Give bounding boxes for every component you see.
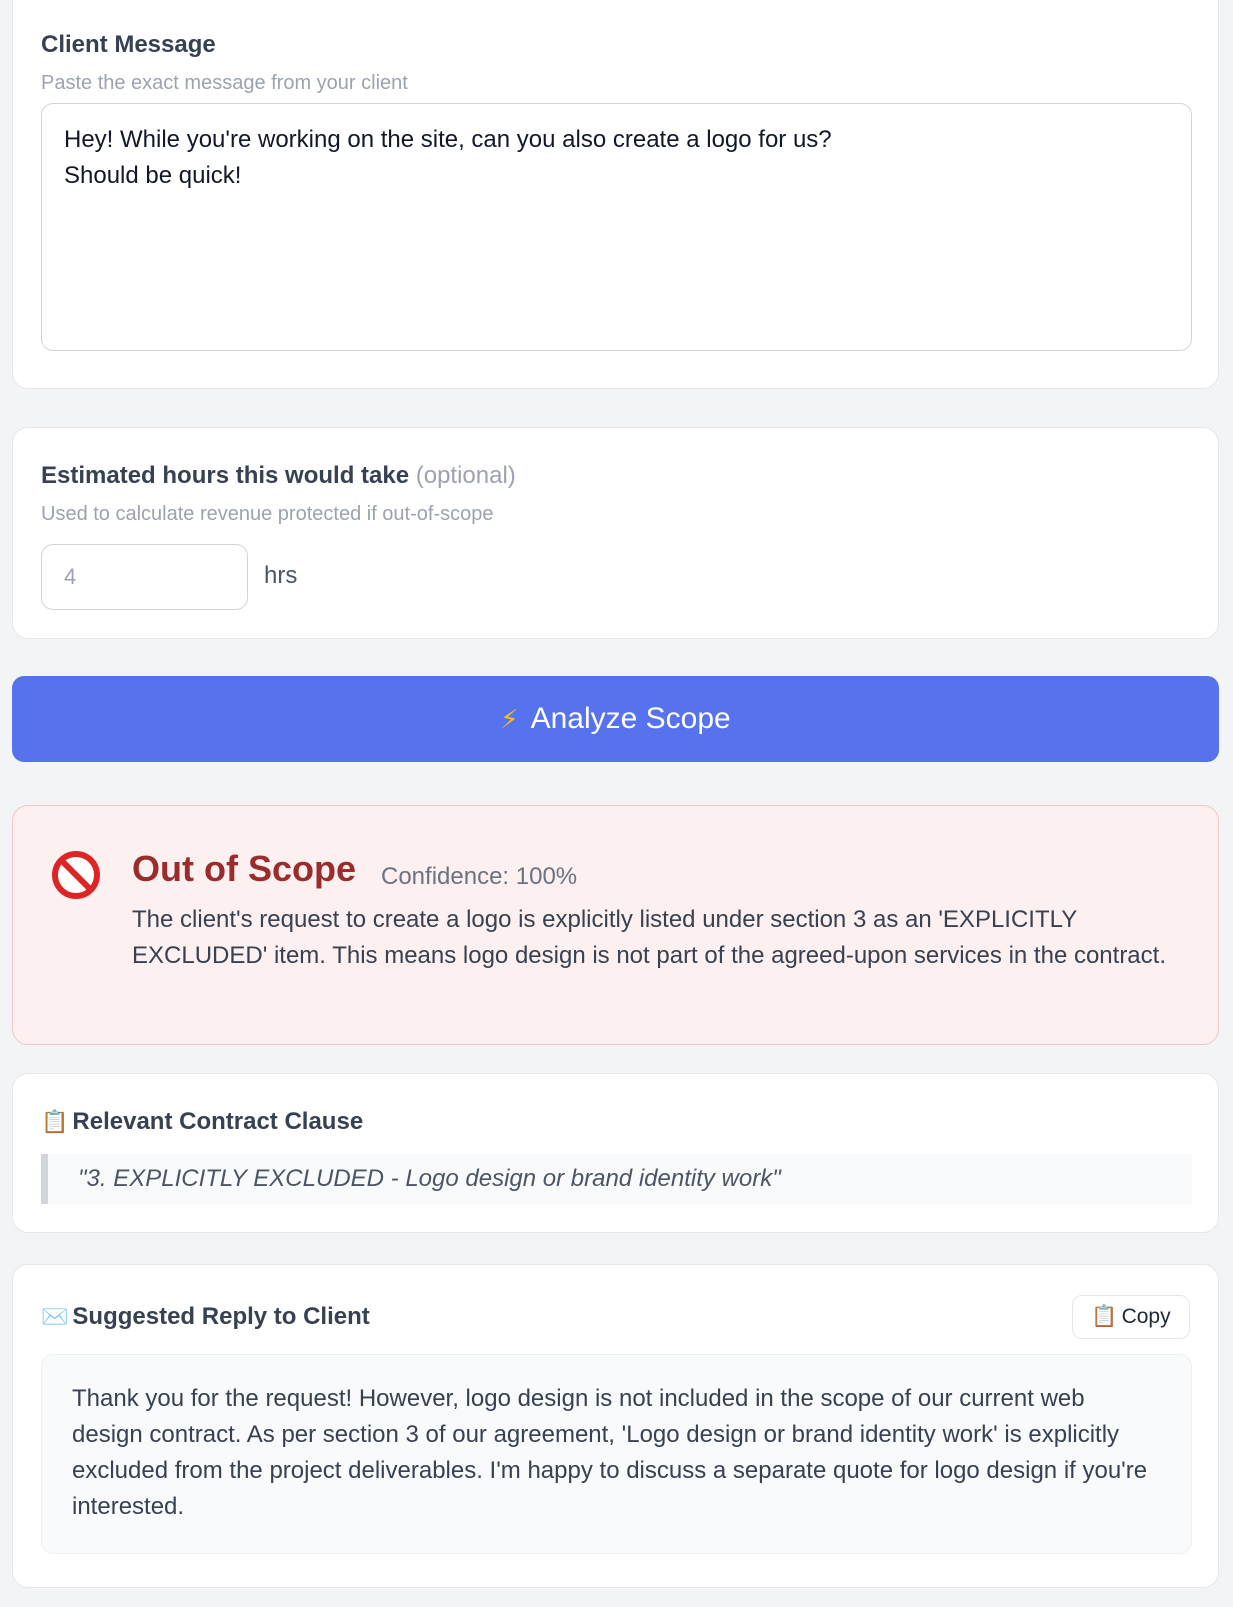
client-message-label: Client Message [41,31,216,58]
client-message-card: Client Message Paste the exact message f… [12,0,1219,389]
optional-tag: (optional) [415,462,516,489]
hours-unit: hrs [264,562,298,589]
client-message-hint: Paste the exact message from your client [41,72,408,94]
copy-label: Copy [1121,1305,1171,1328]
suggested-reply-title: Suggested Reply to Client [72,1303,370,1330]
confidence-score: Confidence: 100% [381,863,578,890]
client-message-textarea[interactable]: Hey! While you're working on the site, c… [41,103,1192,351]
contract-clause-title: Relevant Contract Clause [72,1108,364,1135]
estimated-hours-card: Estimated hours this would take (optiona… [12,427,1219,639]
suggested-reply-card: ✉️ Suggested Reply to Client 📋 Copy Than… [12,1264,1219,1588]
analyze-scope-label: Analyze Scope [530,702,731,735]
suggested-reply-heading: ✉️ Suggested Reply to Client [41,1303,370,1331]
hours-input[interactable]: 4 [41,544,248,610]
estimated-hours-label-text: Estimated hours this would take [41,462,410,489]
contract-clause-quote: "3. EXPLICITLY EXCLUDED - Logo design or… [41,1154,1192,1204]
suggested-reply-text[interactable]: Thank you for the request! However, logo… [41,1354,1192,1554]
estimated-hours-label: Estimated hours this would take (optiona… [41,462,516,490]
contract-clause-heading: 📋 Relevant Contract Clause [41,1108,363,1136]
prohibited-icon [52,851,100,899]
copy-button[interactable]: 📋 Copy [1072,1295,1190,1339]
lightning-icon: ⚡ [500,703,519,734]
scope-explanation: The client's request to create a logo is… [132,906,1166,969]
scope-verdict: Out of Scope [132,848,356,889]
contract-clause-card: 📋 Relevant Contract Clause "3. EXPLICITL… [12,1073,1219,1233]
clipboard-icon: 📋 [1091,1305,1118,1328]
clipboard-icon: 📋 [41,1109,69,1134]
scope-result-card: Out of Scope Confidence: 100% The client… [12,805,1219,1045]
analyze-scope-button[interactable]: ⚡ Analyze Scope [12,676,1219,762]
estimated-hours-hint: Used to calculate revenue protected if o… [41,503,494,525]
envelope-icon: ✉️ [41,1304,69,1329]
